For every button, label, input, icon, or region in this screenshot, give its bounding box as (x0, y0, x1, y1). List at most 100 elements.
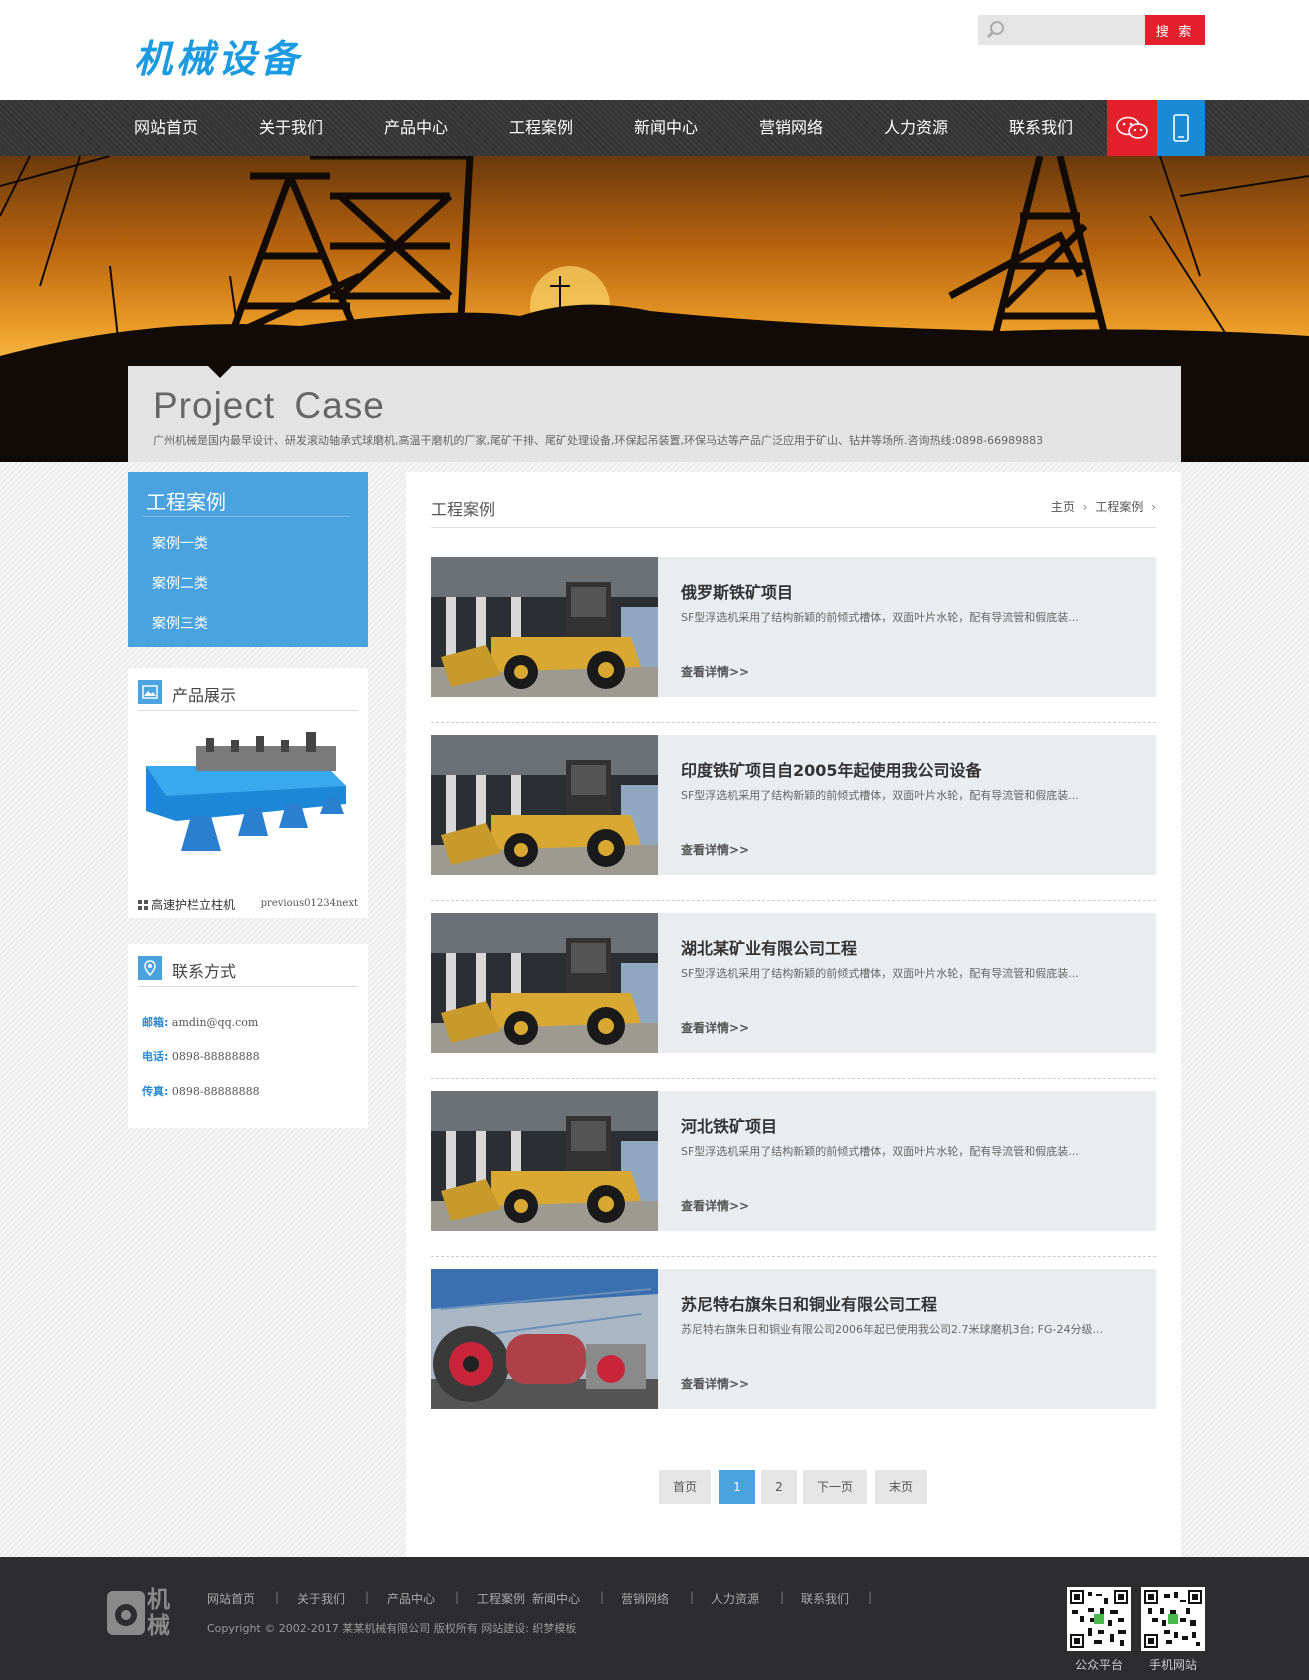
case-separator (431, 1256, 1156, 1257)
header: 机械设备 搜 索 (0, 0, 1309, 100)
nav-item-marketing[interactable]: 营销网络 (759, 100, 823, 156)
nav-item-cases[interactable]: 工程案例 (509, 100, 573, 156)
nav-item-contact[interactable]: 联系我们 (1009, 100, 1073, 156)
footer-link[interactable]: 关于我们 (297, 1590, 345, 1607)
case-separator (431, 722, 1156, 723)
qr-code-mobile (1141, 1587, 1205, 1651)
search-button[interactable]: 搜 索 (1145, 15, 1205, 45)
case-title[interactable]: 俄罗斯铁矿项目 (681, 579, 793, 603)
qr-code-icon (1070, 1590, 1128, 1648)
qr-code-public (1067, 1587, 1131, 1651)
loader-photo (431, 913, 658, 1053)
case-image[interactable] (431, 735, 658, 875)
search-input[interactable] (1012, 18, 1140, 42)
product-box-title: 产品展示 (172, 686, 237, 705)
footer-link-separator: | (275, 1590, 280, 1604)
nav-item-hr[interactable]: 人力资源 (884, 100, 948, 156)
case-more-link[interactable]: 查看详情>> (681, 663, 749, 680)
qr-code-icon (1144, 1590, 1202, 1648)
product-showcase-box: 产品展示 高速护栏立柱机 previous01234next (128, 668, 368, 918)
title-divider (431, 527, 1156, 528)
footer-link-separator: | (780, 1590, 785, 1604)
breadcrumb-home[interactable]: 主页 (1051, 500, 1075, 514)
footer-logo[interactable]: 机械 (105, 1587, 185, 1643)
footer-link[interactable]: 新闻中心 (532, 1590, 580, 1607)
chevron-right-icon: › (1082, 500, 1088, 514)
banner-arrow (208, 366, 232, 378)
footer-logo-text: 机械 (147, 1587, 170, 1639)
case-more-link[interactable]: 查看详情>> (681, 841, 749, 858)
case-separator (431, 900, 1156, 901)
footer-link[interactable]: 人力资源 (711, 1590, 759, 1607)
pagination-next[interactable]: 下一页 (803, 1470, 867, 1504)
pagination-last[interactable]: 末页 (875, 1470, 927, 1504)
product-caption-text: 高速护栏立柱机 (151, 898, 236, 912)
pagination-page-1[interactable]: 1 (719, 1470, 755, 1504)
contact-email-label: 邮箱: (142, 1016, 169, 1029)
mobile-button[interactable] (1157, 100, 1205, 156)
product-box-divider (138, 710, 358, 711)
case-more-link[interactable]: 查看详情>> (681, 1019, 749, 1036)
category-item-2[interactable]: 案例二类 (152, 573, 208, 593)
contact-phone-value: 0898-88888888 (171, 1050, 260, 1063)
case-item[interactable]: 印度铁矿项目自2005年起使用我公司设备 SF型浮选机采用了结构新颖的前倾式槽体，… (431, 735, 1156, 875)
chevron-right-icon: › (1151, 500, 1156, 514)
footer-link[interactable]: 产品中心 (387, 1590, 435, 1607)
site-logo[interactable]: 机械设备 (134, 28, 302, 83)
case-item[interactable]: 俄罗斯铁矿项目 SF型浮选机采用了结构新颖的前倾式槽体，双面叶片水轮，配有导流管和… (431, 557, 1156, 697)
contact-email-value: amdin@qq.com (171, 1016, 259, 1029)
case-image[interactable] (431, 913, 658, 1053)
qr-label-public: 公众平台 (1074, 1658, 1123, 1672)
category-divider (142, 516, 350, 517)
case-item[interactable]: 湖北某矿业有限公司工程 SF型浮选机采用了结构新颖的前倾式槽体，双面叶片水轮，配有… (431, 913, 1156, 1053)
case-item[interactable]: 河北铁矿项目 SF型浮选机采用了结构新颖的前倾式槽体，双面叶片水轮，配有导流管和假… (431, 1091, 1156, 1231)
footer: 机械 网站首页 关于我们 产品中心 工程案例 新闻中心 营销网络 人力资源 联系我们 | | | | |… (0, 1557, 1309, 1680)
wechat-button[interactable] (1107, 100, 1157, 156)
contact-box-divider (138, 986, 358, 987)
nav-item-products[interactable]: 产品中心 (384, 100, 448, 156)
grid-icon (138, 900, 148, 910)
footer-link-separator: | (600, 1590, 605, 1604)
category-item-3[interactable]: 案例三类 (152, 613, 208, 633)
footer-link[interactable]: 工程案例 (477, 1590, 525, 1607)
banner-description: 广州机械是国内最早设计、研发滚动轴承式球磨机,高温干磨机的厂家,尾矿干排、尾矿处… (153, 434, 1044, 447)
nav-item-about[interactable]: 关于我们 (259, 100, 323, 156)
contact-fax-label: 传真: (142, 1085, 169, 1098)
nav-item-news[interactable]: 新闻中心 (634, 100, 698, 156)
category-item-1[interactable]: 案例一类 (152, 533, 208, 553)
gear-logo-icon (107, 1591, 145, 1635)
case-description: 苏尼特右旗朱日和铜业有限公司2006年起已使用我公司2.7米球磨机3台; FG-… (681, 1323, 1103, 1336)
pagination-page-2[interactable]: 2 (761, 1470, 797, 1504)
loader-photo (431, 557, 658, 697)
case-description: SF型浮选机采用了结构新颖的前倾式槽体，双面叶片水轮，配有导流管和假底装... (681, 789, 1079, 802)
case-image[interactable] (431, 557, 658, 697)
case-title[interactable]: 湖北某矿业有限公司工程 (681, 935, 857, 959)
pagination-first[interactable]: 首页 (659, 1470, 711, 1504)
nav-item-home[interactable]: 网站首页 (134, 100, 198, 156)
footer-link[interactable]: 网站首页 (207, 1590, 255, 1607)
case-image[interactable] (431, 1091, 658, 1231)
case-title[interactable]: 苏尼特右旗朱日和铜业有限公司工程 (681, 1291, 937, 1315)
product-image[interactable] (136, 726, 360, 866)
case-title[interactable]: 印度铁矿项目自2005年起使用我公司设备 (681, 757, 982, 781)
footer-link-separator: | (868, 1590, 873, 1604)
footer-link[interactable]: 营销网络 (621, 1590, 669, 1607)
breadcrumb-cases[interactable]: 工程案例 (1095, 500, 1143, 514)
product-pager[interactable]: previous01234next (261, 898, 358, 909)
product-caption[interactable]: 高速护栏立柱机 (138, 896, 235, 913)
footer-link-separator: | (455, 1590, 460, 1604)
mill-photo (431, 1269, 658, 1409)
case-title[interactable]: 河北铁矿项目 (681, 1113, 777, 1137)
case-separator (431, 1078, 1156, 1079)
contact-fax-row: 传真: 0898-88888888 (142, 1083, 260, 1099)
contact-box-title: 联系方式 (172, 962, 237, 981)
qr-label-mobile: 手机网站 (1148, 1658, 1197, 1672)
contact-phone-label: 电话: (142, 1050, 169, 1063)
case-more-link[interactable]: 查看详情>> (681, 1375, 749, 1392)
case-item[interactable]: 苏尼特右旗朱日和铜业有限公司工程苏尼特右旗朱日和铜业有限公司2006年起已使用我… (431, 1269, 1156, 1409)
case-more-link[interactable]: 查看详情>> (681, 1197, 749, 1214)
footer-link[interactable]: 联系我们 (801, 1590, 849, 1607)
case-image[interactable] (431, 1269, 658, 1409)
mobile-icon (1173, 114, 1189, 142)
case-description: SF型浮选机采用了结构新颖的前倾式槽体，双面叶片水轮，配有导流管和假底装... (681, 967, 1079, 980)
